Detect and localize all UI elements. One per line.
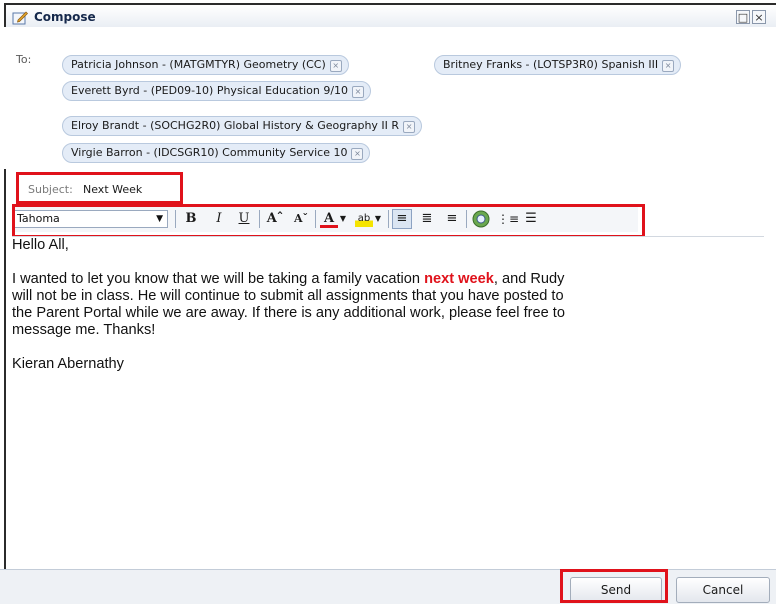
body-line-2: will not be in class. He will continue t… bbox=[12, 288, 564, 304]
subject-input[interactable]: Next Week bbox=[83, 183, 142, 196]
maximize-icon[interactable]: □ bbox=[736, 10, 750, 24]
body-line-3: the Parent Portal while we are away. If … bbox=[12, 305, 565, 321]
subject-label: Subject: bbox=[28, 183, 73, 196]
body-line-1: I wanted to let you know that we will be… bbox=[12, 271, 565, 287]
recipient-chip[interactable]: Elroy Brandt - (SOCHG2R0) Global History… bbox=[62, 116, 423, 136]
remove-recipient-icon[interactable]: × bbox=[351, 148, 364, 160]
message-body-editor[interactable]: Hello All, I wanted to let you know that… bbox=[12, 236, 764, 570]
remove-recipient-icon[interactable]: × bbox=[662, 60, 675, 72]
recipient-chip[interactable]: Patricia Johnson - (MATGMTYR) Geometry (… bbox=[62, 55, 349, 75]
remove-recipient-icon[interactable]: × bbox=[352, 86, 365, 98]
remove-recipient-icon[interactable]: × bbox=[403, 121, 416, 133]
send-highlight-box bbox=[560, 569, 668, 603]
remove-recipient-icon[interactable]: × bbox=[329, 60, 342, 72]
signature-text: Kieran Abernathy bbox=[12, 356, 124, 372]
window-title: Compose bbox=[34, 10, 96, 24]
body-line-4: message me. Thanks! bbox=[12, 322, 156, 338]
to-label: To: bbox=[16, 53, 32, 66]
recipient-chip[interactable]: Everett Byrd - (PED09-10) Physical Educa… bbox=[62, 81, 372, 101]
toolbar-highlight-box bbox=[12, 204, 645, 238]
close-icon[interactable]: × bbox=[752, 10, 766, 24]
recipients-area[interactable]: To: Patricia Johnson - (MATGMTYR) Geomet… bbox=[0, 27, 776, 169]
recipient-chip[interactable]: Virgie Barron - (IDCSGR10) Community Ser… bbox=[62, 143, 371, 163]
cancel-button[interactable]: Cancel bbox=[676, 577, 770, 603]
compose-icon bbox=[12, 11, 28, 25]
greeting-text: Hello All, bbox=[12, 237, 69, 253]
highlighted-text: next week bbox=[424, 271, 494, 287]
recipient-chip[interactable]: Britney Franks - (LOTSP3R0) Spanish III … bbox=[434, 55, 682, 75]
